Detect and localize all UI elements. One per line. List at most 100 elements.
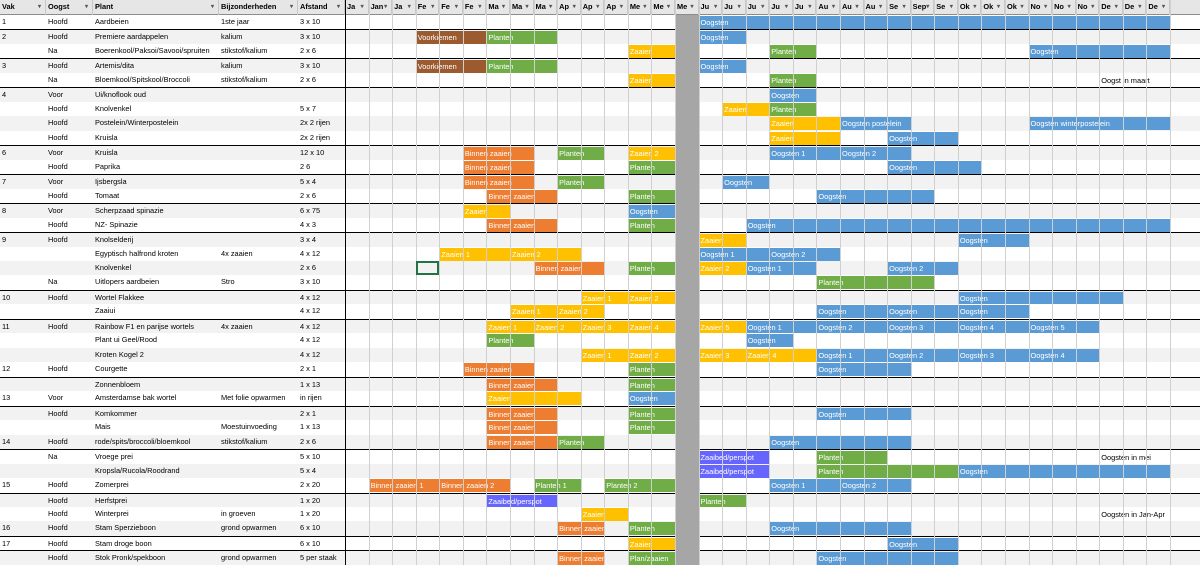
cell-afstand[interactable]: 5 x 10 xyxy=(298,450,345,463)
col-header-period[interactable]: Au ▾ xyxy=(816,0,840,15)
filter-dropdown-icon[interactable]: ▾ xyxy=(38,4,44,10)
filter-dropdown-icon[interactable]: ▾ xyxy=(620,4,626,10)
schedule-bar[interactable]: Oogsten 1 xyxy=(745,261,817,275)
cell-plant[interactable]: Artemis/dita xyxy=(93,59,219,72)
schedule-bar[interactable]: Oogsten 2 xyxy=(816,320,888,334)
cell-afstand[interactable]: 5 x 4 xyxy=(298,464,345,478)
schedule-bar[interactable]: Binnen zaaien xyxy=(486,189,558,203)
cell-vak[interactable] xyxy=(0,420,46,434)
cell-vak[interactable] xyxy=(0,189,46,203)
schedule-bar[interactable]: Zaaien 1 xyxy=(439,247,510,261)
cell-afstand[interactable]: 4 x 3 xyxy=(298,218,345,232)
filter-dropdown-icon[interactable]: ▾ xyxy=(761,4,767,10)
schedule-bar[interactable]: Binnen zaaien xyxy=(462,147,534,161)
cell-afstand[interactable]: 1 x 13 xyxy=(298,420,345,434)
cell-oogst[interactable]: Na xyxy=(46,73,93,87)
cell-afstand[interactable]: 3 x 4 xyxy=(298,233,345,246)
cell-oogst[interactable]: Na xyxy=(46,44,93,58)
cell-vak[interactable]: 9 xyxy=(0,233,46,246)
filter-dropdown-icon[interactable]: ▾ xyxy=(785,4,791,10)
cell-oogst[interactable] xyxy=(46,348,93,362)
cell-afstand[interactable]: 2 x 6 xyxy=(298,261,345,275)
cell-afstand[interactable]: 5 x 7 xyxy=(298,102,345,116)
cell-plant[interactable]: Mais xyxy=(93,420,219,434)
schedule-note[interactable]: Oogst in maart xyxy=(1101,74,1149,87)
cell-afstand[interactable]: 1 x 20 xyxy=(298,494,345,507)
cell-bijzonderheden[interactable] xyxy=(219,160,298,174)
schedule-bar[interactable]: Voorkiemen xyxy=(415,60,487,74)
cell-plant[interactable]: Aardbeien xyxy=(93,15,219,29)
cell-vak[interactable] xyxy=(0,304,46,318)
col-header-period[interactable]: Ja ▾ xyxy=(392,0,416,15)
cell-oogst[interactable]: Hoofd xyxy=(46,59,93,72)
schedule-bar[interactable]: Binnen zaaien xyxy=(462,176,534,190)
col-header-period[interactable]: Ju ▾ xyxy=(769,0,793,15)
cell-oogst[interactable]: Hoofd xyxy=(46,160,93,174)
schedule-bar[interactable]: Oogsten 1 xyxy=(816,348,888,362)
cell-bijzonderheden[interactable] xyxy=(219,261,298,275)
cell-vak[interactable]: 2 xyxy=(0,30,46,43)
col-header-period[interactable]: Au ▾ xyxy=(840,0,864,15)
cell-oogst[interactable] xyxy=(46,378,93,391)
schedule-bar[interactable]: Oogsten 2 xyxy=(839,479,911,493)
cell-oogst[interactable]: Hoofd xyxy=(46,218,93,232)
cell-afstand[interactable]: 2 x 6 xyxy=(298,73,345,87)
schedule-bar[interactable]: Binnen zaaien xyxy=(486,218,558,232)
filter-dropdown-icon[interactable]: ▾ xyxy=(211,4,217,10)
schedule-bar[interactable]: Planten xyxy=(486,31,558,45)
cell-vak[interactable] xyxy=(0,102,46,116)
cell-afstand[interactable]: 2 6 xyxy=(298,160,345,174)
cell-oogst[interactable]: Hoofd xyxy=(46,233,93,246)
cell-bijzonderheden[interactable]: Met folie opwarmen xyxy=(219,391,298,405)
filter-dropdown-icon[interactable]: ▾ xyxy=(1044,4,1050,10)
filter-dropdown-icon[interactable]: ▾ xyxy=(667,4,673,10)
cell-bijzonderheden[interactable] xyxy=(219,204,298,217)
schedule-bar[interactable]: Oogsten 1 xyxy=(769,147,840,161)
col-header-period[interactable]: Fe ▾ xyxy=(463,0,487,15)
cell-oogst[interactable]: Voor xyxy=(46,391,93,405)
cell-plant[interactable]: Paprika xyxy=(93,160,219,174)
cell-oogst[interactable]: Hoofd xyxy=(46,478,93,492)
cell-vak[interactable]: 7 xyxy=(0,175,46,188)
cell-oogst[interactable]: Hoofd xyxy=(46,362,93,376)
cell-afstand[interactable]: 2x 2 rijen xyxy=(298,131,345,145)
schedule-bar[interactable]: Binnen zaaien 1 xyxy=(368,479,440,493)
col-header-period[interactable]: Ap ▾ xyxy=(557,0,581,15)
filter-dropdown-icon[interactable]: ▾ xyxy=(1138,4,1144,10)
cell-vak[interactable]: 6 xyxy=(0,146,46,159)
filter-dropdown-icon[interactable]: ▾ xyxy=(337,4,343,10)
cell-vak[interactable] xyxy=(0,247,46,261)
filter-dropdown-icon[interactable]: ▾ xyxy=(691,4,697,10)
filter-dropdown-icon[interactable]: ▾ xyxy=(573,4,579,10)
cell-vak[interactable]: 13 xyxy=(0,391,46,405)
cell-bijzonderheden[interactable]: Moestuinvoeding xyxy=(219,420,298,434)
cell-vak[interactable]: 10 xyxy=(0,291,46,304)
filter-dropdown-icon[interactable]: ▾ xyxy=(879,4,885,10)
cell-oogst[interactable]: Hoofd xyxy=(46,291,93,304)
schedule-bar[interactable]: Oogsten xyxy=(816,552,888,565)
cell-vak[interactable]: 17 xyxy=(0,537,46,550)
col-header-afstand[interactable]: Afstand ▾ xyxy=(298,0,345,15)
cell-bijzonderheden[interactable] xyxy=(219,233,298,246)
filter-dropdown-icon[interactable]: ▾ xyxy=(1091,4,1097,10)
filter-dropdown-icon[interactable]: ▾ xyxy=(808,4,814,10)
cell-vak[interactable] xyxy=(0,407,46,420)
cell-oogst[interactable]: Hoofd xyxy=(46,494,93,507)
cell-afstand[interactable]: 1 x 20 xyxy=(298,507,345,521)
col-header-period[interactable]: Ju ▾ xyxy=(746,0,770,15)
schedule-bar[interactable]: Zaaibed/perspot xyxy=(486,494,558,508)
filter-dropdown-icon[interactable]: ▾ xyxy=(361,4,367,10)
schedule-bar[interactable] xyxy=(887,552,958,565)
filter-dropdown-icon[interactable]: ▾ xyxy=(85,4,91,10)
cell-oogst[interactable] xyxy=(46,261,93,275)
cell-plant[interactable]: Boerenkool/Paksoi/Savooi/spruiten xyxy=(93,44,219,58)
cell-plant[interactable]: Kroten Kogel 2 xyxy=(93,348,219,362)
filter-dropdown-icon[interactable]: ▾ xyxy=(738,4,744,10)
schedule-bar[interactable]: Oogsten 5 xyxy=(1028,320,1100,334)
cell-plant[interactable]: Ijsbergsla xyxy=(93,175,219,188)
cell-plant[interactable]: Komkommer xyxy=(93,407,219,420)
schedule-bar[interactable]: Oogsten xyxy=(816,305,888,319)
cell-afstand[interactable]: 2 x 1 xyxy=(298,362,345,376)
cell-vak[interactable] xyxy=(0,116,46,130)
filter-dropdown-icon[interactable]: ▾ xyxy=(1021,4,1027,10)
